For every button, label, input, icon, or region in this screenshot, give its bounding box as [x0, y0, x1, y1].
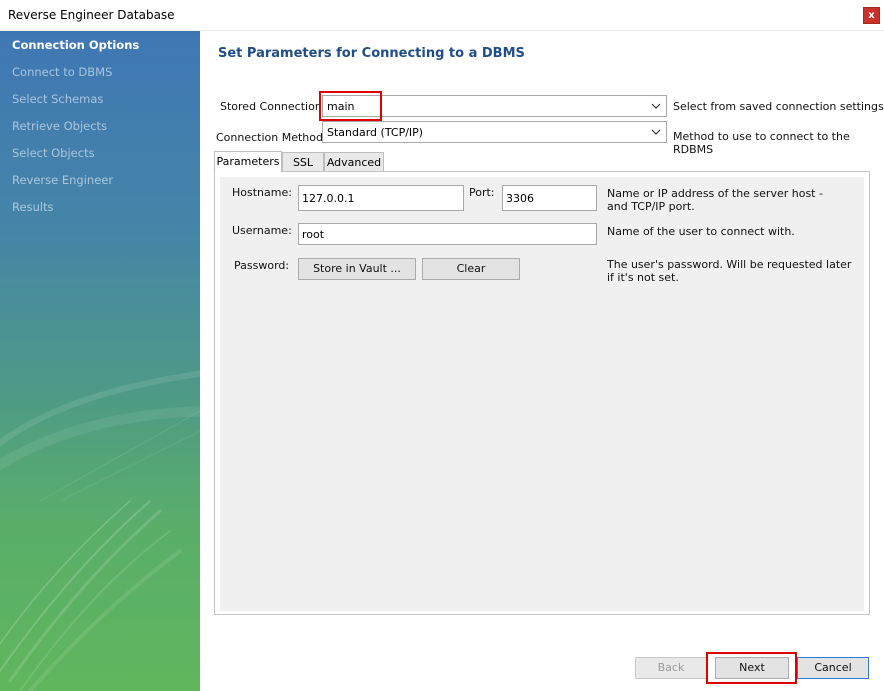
sidebar-item-select-objects[interactable]: Select Objects [12, 146, 95, 160]
sidebar-item-results[interactable]: Results [12, 200, 54, 214]
wizard-sidebar: Connection Options Connect to DBMS Selec… [0, 31, 200, 691]
username-label: Username: [232, 224, 292, 237]
sidebar-item-reverse-engineer[interactable]: Reverse Engineer [12, 173, 113, 187]
host-help: Name or IP address of the server host - … [607, 187, 823, 213]
hostname-field[interactable] [298, 185, 464, 211]
tab-advanced[interactable]: Advanced [324, 152, 384, 172]
page-heading: Set Parameters for Connecting to a DBMS [218, 46, 525, 61]
store-in-vault-button[interactable]: Store in Vault ... [298, 258, 416, 280]
title-bar: Reverse Engineer Database x [0, 0, 884, 31]
username-input[interactable] [299, 224, 596, 244]
back-button[interactable]: Back [635, 657, 707, 679]
password-help: The user's password. Will be requested l… [607, 258, 852, 284]
sidebar-item-select-schemas[interactable]: Select Schemas [12, 92, 103, 106]
password-label: Password: [234, 259, 290, 272]
chevron-down-icon [651, 103, 661, 109]
clear-password-button[interactable]: Clear [422, 258, 520, 280]
chevron-down-icon [651, 129, 661, 135]
sidebar-item-connection-options[interactable]: Connection Options [12, 38, 139, 52]
stored-connection-highlight [319, 91, 382, 121]
parameters-panel-inner: Hostname: Port: Name or IP address of th… [220, 177, 864, 611]
connection-method-help: Method to use to connect to the RDBMS [673, 130, 850, 156]
stored-connection-label: Stored Connection: [220, 100, 326, 113]
tab-parameters[interactable]: Parameters [214, 151, 282, 172]
window-title: Reverse Engineer Database [8, 8, 175, 22]
next-button-highlight [706, 652, 797, 684]
tab-ssl[interactable]: SSL [282, 152, 324, 172]
username-help: Name of the user to connect with. [607, 225, 795, 238]
connection-method-select[interactable]: Standard (TCP/IP) [322, 121, 667, 143]
connection-method-label: Connection Method: [216, 131, 327, 144]
username-field[interactable] [298, 223, 597, 245]
close-button[interactable]: x [863, 7, 880, 24]
hostname-label: Hostname: [232, 186, 292, 199]
stored-connection-help: Select from saved connection settings [673, 100, 884, 113]
port-label: Port: [469, 186, 495, 199]
port-input[interactable] [503, 186, 596, 210]
connection-method-value: Standard (TCP/IP) [327, 126, 424, 139]
cancel-button[interactable]: Cancel [797, 657, 869, 679]
sidebar-item-connect-to-dbms[interactable]: Connect to DBMS [12, 65, 112, 79]
sidebar-item-retrieve-objects[interactable]: Retrieve Objects [12, 119, 107, 133]
parameters-panel: Hostname: Port: Name or IP address of th… [214, 171, 870, 615]
port-field[interactable] [502, 185, 597, 211]
hostname-input[interactable] [299, 186, 463, 210]
